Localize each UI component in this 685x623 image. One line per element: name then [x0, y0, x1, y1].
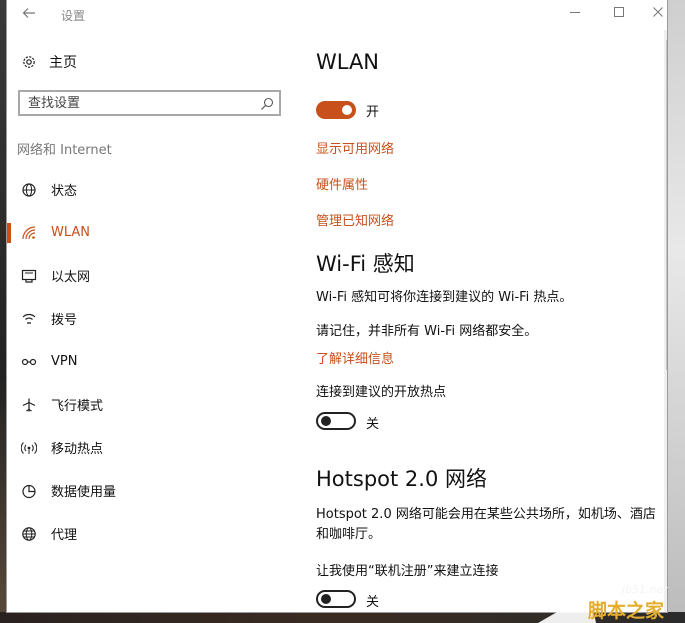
sidebar-item-vpn[interactable]: VPN	[7, 340, 297, 383]
search-icon[interactable]	[260, 96, 274, 110]
sidebar-item-label: 数据使用量	[51, 485, 117, 500]
arrow-left-icon[interactable]	[19, 5, 39, 25]
wifi-sense-description: Wi-Fi 感知可将你连接到建议的 Wi-Fi 热点。	[316, 290, 573, 305]
desktop-background-right	[667, 0, 685, 623]
sidebar-item-data-usage[interactable]: 数据使用量	[7, 469, 297, 512]
globe-status-icon	[21, 182, 37, 198]
gear-icon	[21, 54, 37, 70]
search-input[interactable]	[20, 92, 258, 115]
sidebar-home-label: 主页	[49, 55, 77, 71]
manage-known-networks-link[interactable]: 管理已知网络	[316, 210, 394, 229]
search-box	[18, 90, 281, 116]
show-available-networks-link[interactable]: 显示可用网络	[316, 138, 394, 157]
proxy-globe-icon	[21, 526, 37, 542]
sidebar-item-mobile-hotspot[interactable]: 移动热点	[7, 426, 297, 469]
sidebar-item-label: 状态	[51, 184, 78, 199]
hotspot2-description: Hotspot 2.0 网络可能会用在某些公共场所，如机场、酒店和咖啡厅。	[316, 507, 656, 542]
main-content: WLAN 开 显示可用网络 硬件属性 管理已知网络 Wi-Fi 感知 Wi-Fi…	[316, 30, 656, 612]
settings-window: 设置 主页 网络和 Internet	[7, 0, 667, 612]
hotspot-icon	[21, 440, 37, 456]
open-hotspots-toggle-title: 连接到建议的开放热点	[316, 385, 447, 400]
watermark-text: 脚本之家	[588, 600, 665, 622]
window-title: 设置	[61, 9, 86, 23]
vpn-icon	[21, 354, 37, 370]
wifi-sense-title: Wi-Fi 感知	[316, 252, 415, 276]
open-hotspots-toggle[interactable]	[316, 412, 356, 430]
ethernet-icon	[21, 268, 37, 284]
wlan-toggle-label: 开	[366, 105, 380, 120]
page-title: WLAN	[316, 50, 380, 74]
close-icon[interactable]	[645, 4, 667, 26]
scrollbar[interactable]	[664, 30, 667, 612]
airplane-icon	[21, 397, 37, 413]
minimize-icon[interactable]	[562, 4, 588, 26]
sidebar-item-home[interactable]: 主页	[21, 52, 77, 72]
online-signup-toggle-label: 关	[366, 595, 380, 610]
sidebar: 主页 网络和 Internet 状态 WLAN	[7, 30, 297, 612]
data-usage-icon	[21, 483, 37, 499]
wlan-toggle[interactable]	[316, 101, 356, 119]
dialup-icon	[21, 311, 37, 327]
scrollbar-thumb[interactable]	[666, 40, 667, 370]
sidebar-item-ethernet[interactable]: 以太网	[7, 254, 297, 297]
sidebar-item-label: 代理	[51, 528, 78, 543]
hotspot2-title: Hotspot 2.0 网络	[316, 467, 487, 491]
hardware-properties-link[interactable]: 硬件属性	[316, 174, 368, 193]
title-bar: 设置	[7, 0, 667, 30]
desktop-background-left	[0, 0, 7, 623]
watermark-url: jb51.net	[622, 583, 668, 596]
nav-list: 状态 WLAN 以太网 拨号 VPN 飞行模式 移动热点 数据使用量 代理	[7, 168, 297, 555]
online-signup-toggle-title: 让我使用“联机注册”来建立连接	[316, 564, 499, 579]
sidebar-item-proxy[interactable]: 代理	[7, 512, 297, 555]
sidebar-item-wlan[interactable]: WLAN	[7, 211, 297, 254]
sidebar-item-label: VPN	[51, 354, 78, 369]
sidebar-item-airplane-mode[interactable]: 飞行模式	[7, 383, 297, 426]
sidebar-item-label: WLAN	[51, 225, 91, 240]
open-hotspots-toggle-label: 关	[366, 417, 380, 432]
online-signup-toggle[interactable]	[316, 590, 356, 608]
sidebar-item-status[interactable]: 状态	[7, 168, 297, 211]
maximize-icon[interactable]	[606, 4, 632, 26]
section-label: 网络和 Internet	[17, 143, 112, 158]
sidebar-item-label: 拨号	[51, 313, 78, 328]
watermark: jb51.net 脚本之家	[530, 583, 685, 623]
learn-more-link[interactable]: 了解详细信息	[316, 348, 394, 367]
wifi-icon	[21, 225, 37, 241]
sidebar-item-label: 以太网	[51, 270, 91, 285]
sidebar-item-dialup[interactable]: 拨号	[7, 297, 297, 340]
sidebar-item-label: 移动热点	[51, 442, 104, 457]
wifi-sense-note: 请记住，并非所有 Wi-Fi 网络都安全。	[316, 324, 538, 339]
sidebar-item-label: 飞行模式	[51, 399, 104, 414]
